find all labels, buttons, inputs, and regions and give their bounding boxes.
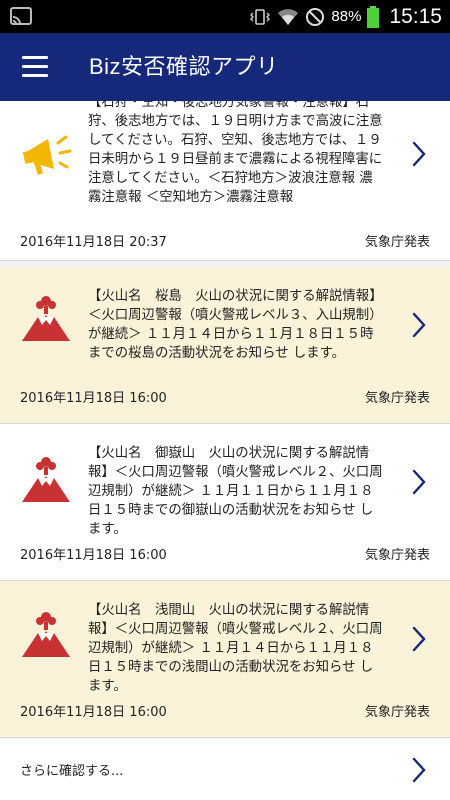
chevron-right-icon[interactable] — [412, 141, 426, 167]
cast-notification-icon — [10, 7, 32, 25]
chevron-right-icon[interactable] — [412, 626, 426, 652]
app-title: Biz安否確認アプリ — [89, 54, 279, 79]
hamburger-menu-icon[interactable] — [22, 56, 48, 78]
vibrate-icon — [250, 8, 271, 25]
status-bar: 88% 15:15 — [0, 0, 450, 33]
no-sim-icon — [306, 7, 325, 26]
volcano-icon — [22, 296, 70, 341]
chevron-right-icon[interactable] — [412, 469, 426, 495]
battery-icon — [367, 5, 380, 28]
notification-list[interactable]: 【石狩・空知・後志地方気象警報・注意報】石狩、後志地方では、１９日明け方まで高波… — [0, 101, 450, 800]
notice-source: 気象庁発表 — [364, 705, 430, 720]
notice-text: 【火山名 桜島 火山の状況に関する解説情報】＜火口周辺警報（噴火警戒レベル３、入… — [88, 289, 383, 361]
notice-text: 【火山名 御嶽山 火山の状況に関する解説情報】＜火口周辺警報（噴火警戒レベル２、… — [88, 446, 383, 537]
chevron-right-icon[interactable] — [412, 757, 426, 783]
notice-date: 2016年11月18日 16:00 — [20, 705, 167, 720]
load-more-row[interactable]: さらに確認する... — [0, 739, 450, 800]
volcano-icon — [22, 457, 70, 502]
volcano-icon — [22, 612, 70, 657]
chevron-right-icon[interactable] — [412, 312, 426, 338]
notice-date: 2016年11月18日 20:37 — [20, 235, 167, 250]
notice-text: 【火山名 浅間山 火山の状況に関する解説情報】＜火口周辺警報（噴火警戒レベル２、… — [88, 603, 383, 694]
notice-date: 2016年11月18日 16:00 — [20, 391, 167, 406]
list-item[interactable]: 【火山名 御嶽山 火山の状況に関する解説情報】＜火口周辺警報（噴火警戒レベル２、… — [0, 424, 450, 581]
list-item[interactable]: 【火山名 桜島 火山の状況に関する解説情報】＜火口周辺警報（噴火警戒レベル３、入… — [0, 267, 450, 424]
wifi-icon — [278, 8, 299, 25]
list-item[interactable]: 【火山名 浅間山 火山の状況に関する解説情報】＜火口周辺警報（噴火警戒レベル２、… — [0, 581, 450, 738]
load-more-label: さらに確認する... — [20, 764, 124, 779]
notice-source: 気象庁発表 — [364, 235, 430, 250]
notice-source: 気象庁発表 — [364, 548, 430, 563]
megaphone-icon — [22, 135, 72, 175]
list-item[interactable]: 【石狩・空知・後志地方気象警報・注意報】石狩、後志地方では、１９日明け方まで高波… — [0, 101, 450, 261]
notice-text: 【石狩・空知・後志地方気象警報・注意報】石狩、後志地方では、１９日明け方まで高波… — [88, 101, 383, 205]
notice-date: 2016年11月18日 16:00 — [20, 548, 167, 563]
notice-source: 気象庁発表 — [364, 391, 430, 406]
clock: 15:15 — [389, 4, 442, 28]
app-bar: Biz安否確認アプリ — [0, 33, 450, 101]
battery-percent: 88% — [331, 8, 362, 25]
